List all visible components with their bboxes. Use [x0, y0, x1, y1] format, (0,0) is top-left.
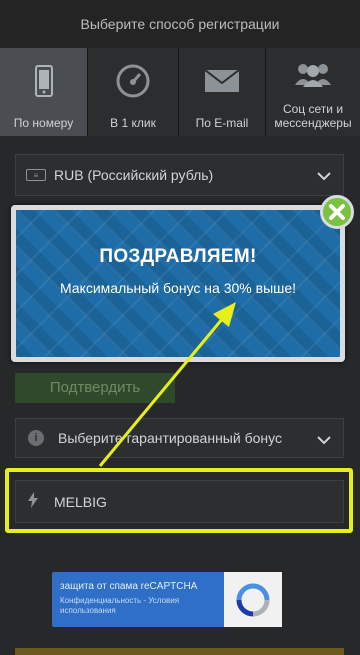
- recaptcha-links[interactable]: Конфиденциальность - Условия использован…: [60, 596, 220, 616]
- chevron-down-icon: [317, 432, 331, 448]
- registration-tabs: По номеру В 1 клик По E-mail Соц сети и …: [0, 48, 360, 136]
- close-icon[interactable]: [320, 195, 354, 229]
- tab-by-email[interactable]: По E-mail: [179, 48, 266, 136]
- submit-button-edge[interactable]: [15, 648, 344, 655]
- money-icon: ≡: [26, 169, 46, 181]
- tab-by-phone[interactable]: По номеру: [0, 48, 88, 136]
- confirm-button[interactable]: Подтвердить: [15, 373, 175, 403]
- tab-one-click[interactable]: В 1 клик: [88, 48, 179, 136]
- phone-icon: [34, 48, 53, 114]
- congrats-popup: ПОЗДРАВЛЯЕМ! Максимальный бонус на 30% в…: [11, 205, 345, 362]
- info-icon: i: [28, 430, 44, 446]
- speedometer-icon: [116, 48, 150, 114]
- promo-code-field[interactable]: MELBIG: [15, 480, 344, 523]
- bonus-placeholder: Выберите гарантированный бонус: [58, 430, 282, 446]
- bonus-select[interactable]: i Выберите гарантированный бонус: [15, 418, 344, 458]
- chevron-down-icon: [317, 168, 331, 184]
- promo-code-value: MELBIG: [54, 493, 107, 510]
- recaptcha-widget[interactable]: защита от спама reCAPTCHA Конфиденциальн…: [52, 572, 282, 627]
- recaptcha-title: защита от спама reCAPTCHA: [60, 581, 198, 592]
- bolt-icon: [28, 492, 38, 511]
- page-header: Выберите способ регистрации: [0, 0, 360, 48]
- page-title: Выберите способ регистрации: [80, 16, 280, 32]
- popup-subtitle: Максимальный бонус на 30% выше!: [59, 280, 297, 296]
- recaptcha-icon: [224, 572, 282, 627]
- currency-select[interactable]: ≡ RUB (Российский рубль): [15, 154, 344, 196]
- tab-social[interactable]: Соц сети и мессенджеры: [266, 48, 360, 136]
- popup-title: ПОЗДРАВЛЯЕМ!: [99, 246, 257, 267]
- envelope-icon: [204, 48, 240, 114]
- currency-value: RUB (Российский рубль): [54, 167, 214, 183]
- users-icon: [293, 48, 333, 100]
